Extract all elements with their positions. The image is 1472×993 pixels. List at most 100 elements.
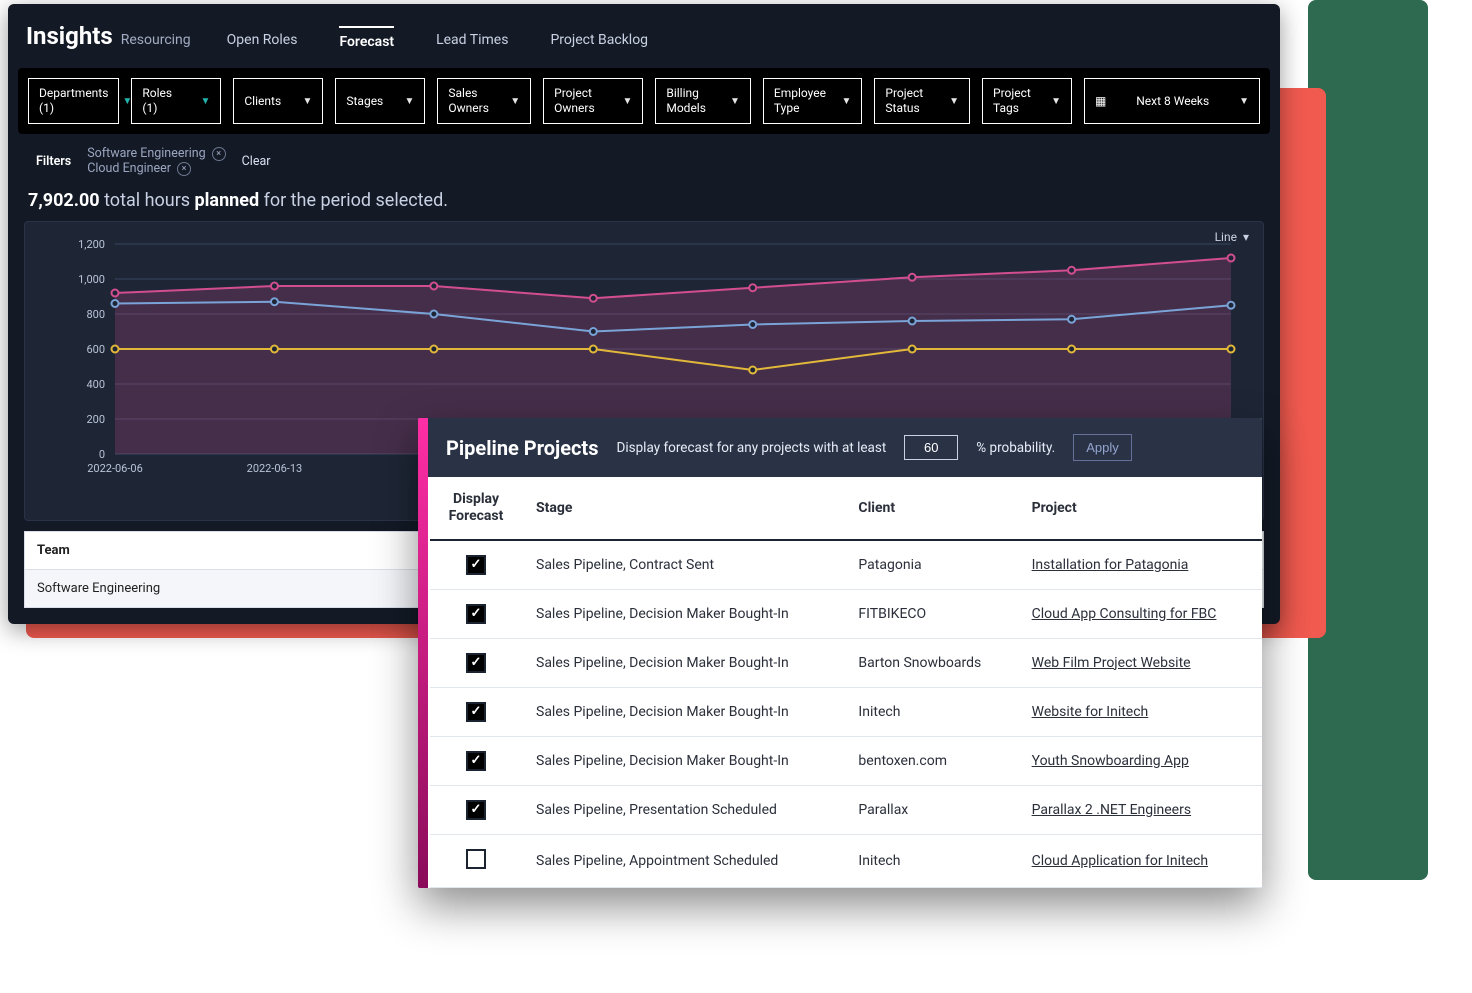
project-link[interactable]: Cloud App Consulting for FBC [1032, 606, 1217, 622]
table-row: Sales Pipeline, Decision Maker Bought-In… [430, 687, 1262, 736]
nav-tabs: Open Roles Forecast Lead Times Project Back… [227, 26, 648, 56]
table-row: Sales Pipeline, Presentation ScheduledPa… [430, 785, 1262, 834]
brand-subtitle: Resourcing [121, 32, 191, 48]
cell-project: Cloud Application for Initech [1018, 834, 1262, 887]
apply-button[interactable]: Apply [1073, 434, 1132, 461]
filter-billing-models[interactable]: Billing Models▼ [655, 78, 751, 124]
cell-project: Youth Snowboarding App [1018, 736, 1262, 785]
chevron-down-icon: ▼ [842, 96, 852, 107]
cell-stage: Sales Pipeline, Decision Maker Bought-In [522, 638, 844, 687]
chevron-down-icon: ▼ [622, 96, 632, 107]
svg-text:800: 800 [86, 308, 105, 321]
project-link[interactable]: Cloud Application for Initech [1032, 853, 1208, 869]
pipeline-card: Pipeline Projects Display forecast for a… [418, 418, 1262, 888]
decor-green [1308, 0, 1428, 880]
cell-client: Patagonia [844, 540, 1017, 590]
applied-label: Filters [36, 154, 71, 169]
project-link[interactable]: Website for Initech [1032, 704, 1149, 720]
col-project: Project [1018, 477, 1262, 540]
chevron-down-icon: ▼ [404, 96, 414, 107]
tab-forecast[interactable]: Forecast [339, 26, 394, 56]
project-link[interactable]: Web Film Project Website [1032, 655, 1191, 671]
filter-sales-owners[interactable]: Sales Owners▼ [437, 78, 531, 124]
filter-employee-type[interactable]: Employee Type▼ [763, 78, 862, 124]
chevron-down-icon: ▼ [1051, 96, 1061, 107]
filter-chip[interactable]: Software Engineering× [87, 146, 225, 161]
brand: Insights Resourcing [26, 22, 191, 50]
cell-client: Barton Snowboards [844, 638, 1017, 687]
filter-roles-1-[interactable]: Roles(1)▼ [131, 78, 221, 124]
cell-project: Installation for Patagonia [1018, 540, 1262, 590]
summary-line: 7,902.00 total hours planned for the per… [8, 182, 1280, 221]
pipeline-header: Pipeline Projects Display forecast for a… [418, 418, 1262, 477]
filter-departments-1-[interactable]: Departments(1)▼ [28, 78, 119, 124]
filters-bar: Departments(1)▼ Roles(1)▼ Clients▼ Stages▼ S… [18, 68, 1270, 134]
svg-text:2022-06-06: 2022-06-06 [87, 462, 143, 475]
close-icon[interactable]: × [177, 162, 191, 176]
filter-chip[interactable]: Cloud Engineer× [87, 161, 225, 176]
date-range-picker[interactable]: ▦Next 8 Weeks▼ [1084, 78, 1260, 124]
display-forecast-checkbox[interactable] [466, 653, 486, 673]
chart-type-toggle[interactable]: Line ▾ [1215, 230, 1249, 244]
chevron-down-icon: ▼ [302, 96, 312, 107]
cell-client: Initech [844, 834, 1017, 887]
display-forecast-checkbox[interactable] [466, 800, 486, 820]
tab-lead-times[interactable]: Lead Times [436, 26, 508, 56]
svg-text:0: 0 [99, 448, 105, 461]
cell-stage: Sales Pipeline, Decision Maker Bought-In [522, 589, 844, 638]
cell-stage: Sales Pipeline, Contract Sent [522, 540, 844, 590]
project-link[interactable]: Parallax 2 .NET Engineers [1032, 802, 1191, 818]
filter-clients[interactable]: Clients▼ [233, 78, 323, 124]
col-stage: Stage [522, 477, 844, 540]
probability-input[interactable] [904, 435, 958, 460]
filter-stages[interactable]: Stages▼ [335, 78, 425, 124]
svg-text:200: 200 [86, 413, 105, 426]
cell-client: FITBIKECO [844, 589, 1017, 638]
filter-project-owners[interactable]: Project Owners▼ [543, 78, 643, 124]
close-icon[interactable]: × [212, 147, 226, 161]
col-display-forecast: Display Forecast [430, 477, 522, 540]
chevron-down-icon: ▼ [1239, 96, 1249, 107]
cell-project: Cloud App Consulting for FBC [1018, 589, 1262, 638]
svg-text:1,200: 1,200 [78, 238, 105, 251]
applied-filters: Filters Software Engineering× Cloud Engi… [8, 134, 1280, 182]
project-link[interactable]: Youth Snowboarding App [1032, 753, 1189, 769]
display-forecast-checkbox[interactable] [466, 849, 486, 869]
pipeline-table: Display Forecast Stage Client Project Sa… [430, 477, 1262, 888]
pipeline-accent [418, 418, 428, 888]
filter-project-status[interactable]: Project Status▼ [874, 78, 970, 124]
svg-text:400: 400 [86, 378, 105, 391]
chevron-down-icon: ▼ [510, 96, 520, 107]
cell-client: Parallax [844, 785, 1017, 834]
tab-open-roles[interactable]: Open Roles [227, 26, 298, 56]
clear-filters[interactable]: Clear [242, 154, 271, 169]
table-row: Sales Pipeline, Decision Maker Bought-In… [430, 638, 1262, 687]
chevron-down-icon: ▼ [200, 96, 210, 107]
chevron-down-icon: ▼ [949, 96, 959, 107]
table-row: Sales Pipeline, Contract SentPatagonia In… [430, 540, 1262, 590]
topbar: Insights Resourcing Open Roles Forecast Le… [8, 4, 1280, 68]
display-forecast-checkbox[interactable] [466, 751, 486, 771]
chevron-down-icon: ▼ [730, 96, 740, 107]
svg-text:1,000: 1,000 [78, 273, 105, 286]
project-link[interactable]: Installation for Patagonia [1032, 557, 1189, 573]
svg-text:2022-06-13: 2022-06-13 [247, 462, 303, 475]
pipeline-title: Pipeline Projects [446, 436, 598, 460]
cell-stage: Sales Pipeline, Decision Maker Bought-In [522, 736, 844, 785]
col-client: Client [844, 477, 1017, 540]
cell-stage: Sales Pipeline, Appointment Scheduled [522, 834, 844, 887]
cell-project: Parallax 2 .NET Engineers [1018, 785, 1262, 834]
pipeline-lead: Display forecast for any projects with a… [616, 440, 886, 456]
display-forecast-checkbox[interactable] [466, 604, 486, 624]
cell-stage: Sales Pipeline, Presentation Scheduled [522, 785, 844, 834]
calendar-icon: ▦ [1095, 94, 1106, 108]
table-row: Sales Pipeline, Decision Maker Bought-In… [430, 589, 1262, 638]
cell-client: bentoxen.com [844, 736, 1017, 785]
svg-text:600: 600 [86, 343, 105, 356]
filter-project-tags[interactable]: Project Tags▼ [982, 78, 1072, 124]
tab-project-backlog[interactable]: Project Backlog [550, 26, 648, 56]
display-forecast-checkbox[interactable] [466, 702, 486, 722]
summary-total: 7,902.00 [28, 190, 100, 211]
cell-stage: Sales Pipeline, Decision Maker Bought-In [522, 687, 844, 736]
display-forecast-checkbox[interactable] [466, 555, 486, 575]
